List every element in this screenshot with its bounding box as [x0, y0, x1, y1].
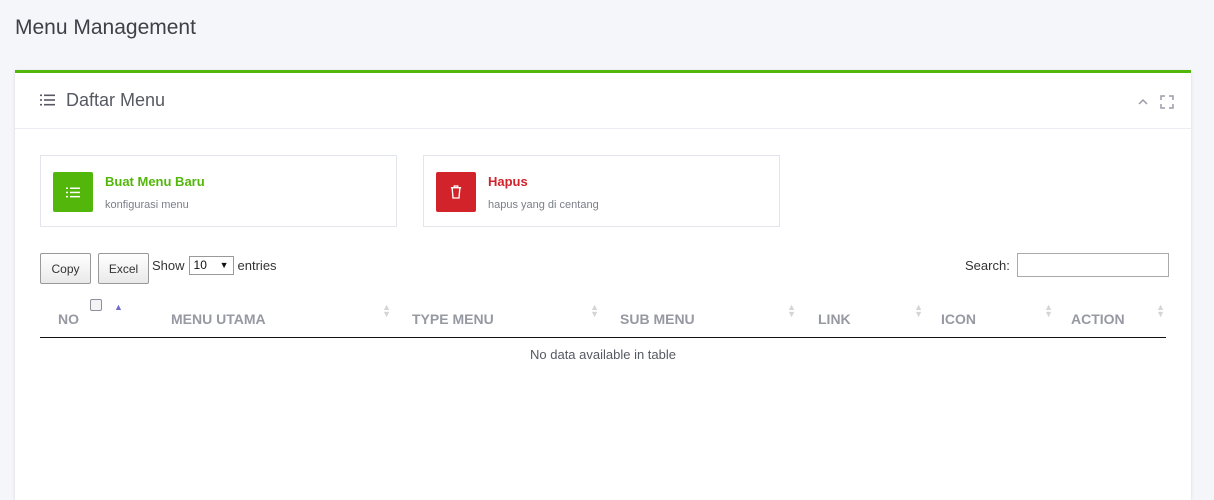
show-label: Show: [152, 258, 185, 273]
column-menu-utama[interactable]: MENU UTAMA ▲ ▼: [171, 301, 391, 337]
delete-subtitle: hapus yang di centang: [488, 199, 599, 211]
page-length-control: Show 10 ▼ entries: [152, 256, 277, 275]
column-type-menu[interactable]: TYPE MENU ▲ ▼: [412, 301, 599, 337]
search-label: Search:: [965, 257, 1010, 273]
column-link-label: LINK: [818, 311, 851, 327]
column-sub-menu[interactable]: SUB MENU ▲ ▼: [620, 301, 796, 337]
search-input[interactable]: [1016, 253, 1169, 277]
portlet-tools: [1136, 95, 1174, 109]
sort-icon: ▲ ▼: [382, 302, 391, 319]
collapse-icon[interactable]: [1136, 95, 1150, 109]
portlet-title: Daftar Menu: [66, 90, 166, 110]
sort-icon: ▲ ▼: [787, 302, 796, 319]
list-icon: [53, 172, 93, 212]
sort-icon: ▲ ▼: [590, 302, 599, 319]
table-header: NO MENU UTAMA ▲ ▼ TYPE MENU ▲ ▼ SUB MENU ▲…: [40, 301, 1166, 338]
copy-button[interactable]: Copy: [40, 253, 91, 284]
page-length-value: 10: [193, 258, 207, 272]
create-menu-card[interactable]: Buat Menu Baru konfigurasi menu: [40, 155, 397, 227]
column-menu-utama-label: MENU UTAMA: [171, 311, 266, 327]
menu-portlet: Daftar Menu Buat Menu Baru konfigurasi m…: [15, 70, 1191, 500]
entries-label: entries: [237, 258, 277, 273]
excel-button[interactable]: Excel: [98, 253, 149, 284]
column-no-label: NO: [58, 311, 79, 327]
delete-card[interactable]: Hapus hapus yang di centang: [423, 155, 780, 227]
create-menu-subtitle: konfigurasi menu: [105, 199, 189, 211]
create-menu-title: Buat Menu Baru: [105, 174, 205, 189]
page-title: Menu Management: [15, 16, 196, 39]
chevron-down-icon: ▼: [219, 260, 229, 270]
sort-icon: ▲ ▼: [914, 302, 923, 319]
search-control: Search:: [965, 253, 1169, 277]
sort-icon: ▲ ▼: [1156, 302, 1165, 319]
portlet-header: Daftar Menu: [15, 73, 1191, 129]
empty-table-message: No data available in table: [530, 347, 676, 362]
list-icon: [40, 94, 55, 106]
page-length-select[interactable]: 10 ▼: [188, 256, 234, 275]
column-action-label: ACTION: [1071, 311, 1125, 327]
column-action[interactable]: ACTION ▲ ▼: [1071, 301, 1165, 337]
column-type-menu-label: TYPE MENU: [412, 311, 494, 327]
column-no[interactable]: NO: [58, 301, 79, 337]
fullscreen-icon[interactable]: [1160, 95, 1174, 109]
column-icon[interactable]: ICON ▲ ▼: [941, 301, 1053, 337]
trash-icon: [436, 172, 476, 212]
column-link[interactable]: LINK ▲ ▼: [818, 301, 923, 337]
delete-title: Hapus: [488, 174, 528, 189]
column-sub-menu-label: SUB MENU: [620, 311, 695, 327]
sort-icon: ▲ ▼: [1044, 302, 1053, 319]
column-icon-label: ICON: [941, 311, 976, 327]
